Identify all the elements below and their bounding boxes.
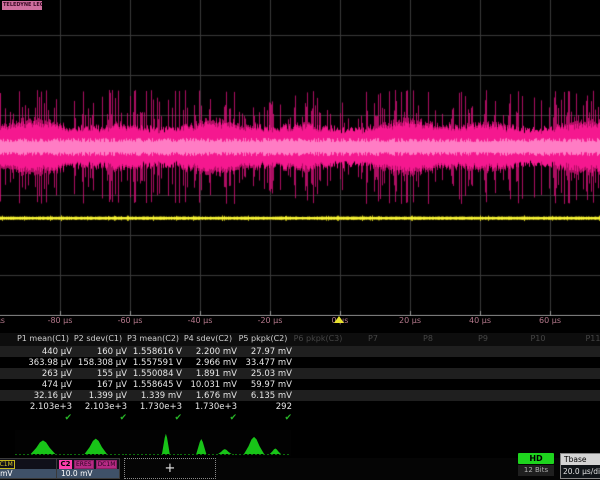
- measure-value: 59.97 mV: [235, 380, 292, 390]
- measure-value: 158.308 µV: [70, 358, 127, 368]
- measure-value: 1.676 mV: [180, 391, 237, 401]
- measurement-table: P1 mean(C1)P2 sdev(C1)P3 mean(C2)P4 sdev…: [0, 333, 600, 429]
- oscilloscope-screen: TELEDYNE LECROY -100 µs -80 µs -60 µs -40 µ…: [0, 0, 600, 480]
- measure-stat-row: 2.103e+32.103e+31.730e+31.730e+3292: [0, 401, 600, 412]
- measure-stat-row: 363.98 µV158.308 µV1.557591 V2.966 mV33.…: [0, 357, 600, 368]
- c2-coupling-badge: DC1M: [96, 460, 118, 469]
- time-axis-label: 40 µs: [458, 316, 502, 325]
- measure-stat-row: 263 µV155 µV1.550084 V1.891 mV25.03 mV: [0, 368, 600, 379]
- measure-value: 2.966 mV: [180, 358, 237, 368]
- measure-status-check-icon: ✔: [70, 413, 127, 423]
- measure-value: 1.558645 V: [125, 380, 182, 390]
- c2-vertical-scale: 10.0 mV: [57, 469, 119, 478]
- measure-stat-row: 474 µV167 µV1.558645 V10.031 mV59.97 mV: [0, 379, 600, 390]
- time-axis-label: -100 µs: [0, 316, 12, 325]
- measure-value: 1.550084 V: [125, 369, 182, 379]
- measure-value: 155 µV: [70, 369, 127, 379]
- measure-value: 474 µV: [15, 380, 72, 390]
- measure-value: 2.103e+3: [70, 402, 127, 412]
- measure-status-check-icon: ✔: [125, 413, 182, 423]
- status-bar: C1 DC1M 50.0 mV C2 ERES DC1M 10.0 mV + H…: [0, 458, 600, 480]
- timebase-title: Tbase: [561, 454, 600, 465]
- measure-value: 263 µV: [15, 369, 72, 379]
- waveform-grid[interactable]: [0, 0, 600, 316]
- c2-eres-badge: ERES: [74, 460, 94, 469]
- histicon-p1[interactable]: [15, 430, 71, 456]
- c1-vertical-scale: 50.0 mV: [0, 469, 57, 478]
- histicon-p3[interactable]: [125, 430, 181, 456]
- measure-value: 2.200 mV: [180, 347, 237, 357]
- time-axis: -100 µs-80 µs-60 µs-40 µs-20 µs0 µs20 µs…: [0, 316, 600, 330]
- measure-value: 1.339 mV: [125, 391, 182, 401]
- hd-badge[interactable]: HD: [518, 453, 554, 464]
- measure-value: 2.103e+3: [15, 402, 72, 412]
- measure-stat-row: 440 µV160 µV1.558616 V2.200 mV27.97 mV: [0, 346, 600, 357]
- time-axis-label: -20 µs: [248, 316, 292, 325]
- time-axis-label: -60 µs: [108, 316, 152, 325]
- measure-value: 27.97 mV: [235, 347, 292, 357]
- histicon-p4[interactable]: [180, 430, 236, 456]
- time-axis-label: 60 µs: [528, 316, 572, 325]
- c1-coupling-badge: DC1M: [0, 460, 15, 469]
- measure-value: 1.730e+3: [180, 402, 237, 412]
- measure-value: 10.031 mV: [180, 380, 237, 390]
- timebase-scale: 20.0 µs/div: [561, 465, 600, 478]
- c2-header: C2 ERES DC1M: [57, 459, 119, 469]
- measure-column-header[interactable]: P11: [559, 334, 600, 343]
- histicon-p5[interactable]: [235, 430, 291, 456]
- c2-label: C2: [59, 460, 72, 469]
- bit-depth-label: 12 Bits: [518, 465, 554, 476]
- measure-value: 440 µV: [15, 347, 72, 357]
- measure-value: 292: [235, 402, 292, 412]
- trigger-time-marker-icon: [334, 316, 344, 323]
- c1-header: C1 DC1M: [0, 459, 57, 469]
- measure-value: 25.03 mV: [235, 369, 292, 379]
- acquisition-mode: HD 12 Bits: [518, 453, 554, 476]
- time-axis-label: -40 µs: [178, 316, 222, 325]
- measure-value: 167 µV: [70, 380, 127, 390]
- measure-status-check-icon: ✔: [180, 413, 237, 423]
- measure-value: 6.135 mV: [235, 391, 292, 401]
- timebase-descriptor[interactable]: Tbase 20.0 µs/div: [560, 453, 600, 479]
- measure-value: 1.730e+3: [125, 402, 182, 412]
- measure-value: 363.98 µV: [15, 358, 72, 368]
- measure-value: 1.558616 V: [125, 347, 182, 357]
- add-trace-button[interactable]: +: [124, 458, 216, 479]
- measure-value: 1.557591 V: [125, 358, 182, 368]
- time-axis-label: 20 µs: [388, 316, 432, 325]
- measure-value: 33.477 mV: [235, 358, 292, 368]
- channel-c1-descriptor[interactable]: C1 DC1M 50.0 mV: [0, 458, 58, 479]
- scope-logo-badge: TELEDYNE LECROY: [2, 1, 42, 10]
- channel-c2-descriptor[interactable]: C2 ERES DC1M 10.0 mV: [56, 458, 120, 479]
- measure-value: 160 µV: [70, 347, 127, 357]
- measure-status-check-icon: ✔: [235, 413, 292, 423]
- time-axis-label: -80 µs: [38, 316, 82, 325]
- measurement-histicons: [0, 430, 600, 457]
- histicon-p2[interactable]: [70, 430, 126, 456]
- measure-stat-row: 32.16 µV1.399 µV1.339 mV1.676 mV6.135 mV: [0, 390, 600, 401]
- measure-value: 1.399 µV: [70, 391, 127, 401]
- measure-status-check-icon: ✔: [15, 413, 72, 423]
- measure-value: 32.16 µV: [15, 391, 72, 401]
- measure-value: 1.891 mV: [180, 369, 237, 379]
